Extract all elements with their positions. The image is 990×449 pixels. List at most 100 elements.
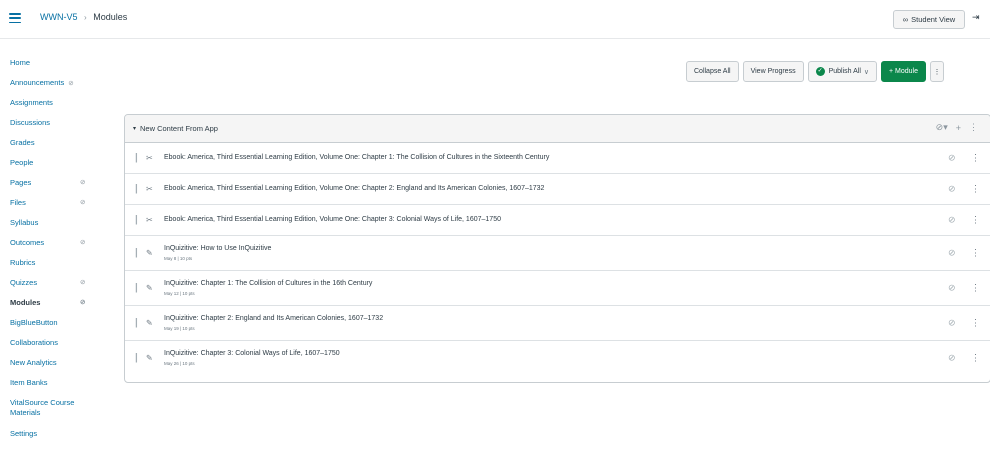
sidebar-item-bigbluebutton[interactable]: BigBlueButton — [10, 318, 110, 338]
more-options-icon[interactable]: ⋮ — [930, 61, 945, 82]
sidebar-item-grades[interactable]: Grades — [10, 138, 110, 158]
unpublished-status-icon[interactable]: ⊘ — [948, 184, 956, 195]
link-icon: ✂ — [146, 153, 153, 163]
sidebar-item-vitalsource-course-materials[interactable]: VitalSource Course Materials — [10, 398, 90, 429]
sidebar-item-people[interactable]: People — [10, 158, 110, 178]
unpublished-status-icon[interactable]: ⊘ — [948, 248, 956, 259]
sidebar-item-discussions[interactable]: Discussions — [10, 118, 110, 138]
sidebar-item-outcomes[interactable]: Outcomes ⊘ — [10, 238, 110, 258]
unpublished-status-icon[interactable]: ⊘ — [948, 353, 956, 364]
breadcrumb-separator: › — [84, 13, 87, 22]
hidden-eye-icon: ⊘ — [80, 179, 86, 186]
sidebar-item-label: Modules — [10, 298, 41, 307]
quiz-icon: ✎ — [146, 353, 153, 363]
unpublished-status-icon[interactable]: ⊘ — [948, 283, 956, 294]
sidebar-item-collaborations[interactable]: Collaborations — [10, 338, 110, 358]
sidebar-item-modules[interactable]: Modules ⊘ — [10, 298, 110, 318]
item-kebab-icon[interactable]: ⋮ — [971, 153, 980, 164]
view-progress-button[interactable]: View Progress — [742, 61, 804, 82]
module-title: New Content From App — [140, 124, 218, 133]
published-check-icon: ✓ — [815, 67, 825, 76]
item-kebab-icon[interactable]: ⋮ — [971, 215, 980, 226]
module-item-meta: May 12 | 10 pts — [164, 291, 195, 296]
item-kebab-icon[interactable]: ⋮ — [971, 353, 980, 364]
drag-handle-icon[interactable]: ┃ — [134, 354, 139, 363]
module-items: ┃ ✂ Ebook: America, Third Essential Learni… — [125, 143, 990, 375]
module-item: ┃ ✎ InQuizitive: Chapter 3: Colonial Ways … — [125, 341, 990, 375]
sidebar-item-label: Outcomes — [10, 238, 45, 247]
item-kebab-icon[interactable]: ⋮ — [971, 283, 980, 294]
sidebar-item-item-banks[interactable]: Item Banks — [10, 378, 110, 398]
module-item-title[interactable]: InQuizitive: Chapter 1: The Collision of… — [164, 280, 372, 287]
module-actions: ⊘▾ + ⋮ — [936, 122, 978, 133]
quiz-icon: ✎ — [146, 283, 153, 293]
breadcrumb-current-page: Modules — [93, 12, 128, 22]
module-item-title[interactable]: Ebook: America, Third Essential Learning… — [164, 216, 501, 223]
item-kebab-icon[interactable]: ⋮ — [971, 248, 980, 259]
module-item-meta: May 26 | 10 pts — [164, 361, 195, 366]
add-module-label: + Module — [889, 68, 919, 75]
sidebar-item-announcements[interactable]: Announcements ⊘ — [10, 78, 110, 98]
add-item-icon[interactable]: + — [956, 123, 961, 133]
publish-all-button[interactable]: ✓ Publish All ∨ — [807, 61, 878, 82]
sidebar-item-label: Announcements — [10, 78, 65, 87]
module-item: ┃ ✎ InQuizitive: How to Use InQuizitive May… — [125, 236, 990, 271]
sidebar-item-quizzes[interactable]: Quizzes ⊘ — [10, 278, 110, 298]
hidden-eye-icon: ⊘ — [80, 299, 86, 306]
module-item-title[interactable]: Ebook: America, Third Essential Learning… — [164, 154, 549, 161]
sidebar-item-label: Rubrics — [10, 258, 36, 267]
quiz-icon: ✎ — [146, 318, 153, 328]
sidebar-item-rubrics[interactable]: Rubrics — [10, 258, 110, 278]
drag-handle-icon[interactable]: ┃ — [134, 154, 139, 163]
drag-handle-icon[interactable]: ┃ — [134, 185, 139, 194]
module-item-title[interactable]: InQuizitive: How to Use InQuizitive — [164, 245, 271, 252]
drag-handle-icon[interactable]: ┃ — [134, 284, 139, 293]
item-kebab-icon[interactable]: ⋮ — [971, 184, 980, 195]
sidebar-item-label: New Analytics — [10, 358, 57, 367]
top-header: WWN-V5 › Modules ∞ Student View ⇥ — [0, 0, 990, 39]
sidebar-item-syllabus[interactable]: Syllabus — [10, 218, 110, 238]
collapse-module-icon[interactable]: ▾ — [133, 125, 136, 132]
breadcrumb-course-link[interactable]: WWN-V5 — [40, 12, 78, 22]
link-icon: ✂ — [146, 184, 153, 194]
sidebar-item-label: Collaborations — [10, 338, 58, 347]
module-item-title[interactable]: InQuizitive: Chapter 2: England and Its … — [164, 315, 383, 322]
sidebar-item-label: Settings — [10, 429, 38, 438]
module-item: ┃ ✎ InQuizitive: Chapter 1: The Collision … — [125, 271, 990, 306]
module-item-title[interactable]: Ebook: America, Third Essential Learning… — [164, 185, 544, 192]
student-view-button[interactable]: ∞ Student View — [893, 10, 965, 29]
sidebar-item-files[interactable]: Files ⊘ — [10, 198, 110, 218]
unpublished-status-icon[interactable]: ⊘ — [948, 153, 956, 164]
hidden-eye-icon: ⊘ — [80, 279, 86, 286]
chevron-down-icon: ∨ — [863, 68, 870, 76]
breadcrumb: WWN-V5 › Modules — [40, 12, 127, 22]
sidebar-item-assignments[interactable]: Assignments — [10, 98, 110, 118]
sidebar-item-label: Syllabus — [10, 218, 39, 227]
module-publish-status-icon[interactable]: ⊘▾ — [936, 122, 948, 133]
drag-handle-icon[interactable]: ┃ — [134, 216, 139, 225]
hidden-eye-icon: ⊘ — [80, 199, 86, 206]
link-icon: ✂ — [146, 215, 153, 225]
sidebar-item-new-analytics[interactable]: New Analytics — [10, 358, 110, 378]
quiz-icon: ✎ — [146, 248, 153, 258]
collapse-nav-icon[interactable]: ⇥ — [972, 12, 980, 23]
sidebar-item-label: Quizzes — [10, 278, 38, 287]
sidebar-item-label: People — [10, 158, 34, 167]
collapse-all-button[interactable]: Collapse All — [686, 61, 739, 82]
module-kebab-icon[interactable]: ⋮ — [969, 122, 978, 133]
sidebar-item-label: Pages — [10, 178, 32, 187]
module-item-meta: May 19 | 10 pts — [164, 326, 195, 331]
module-item-title[interactable]: InQuizitive: Chapter 3: Colonial Ways of… — [164, 350, 340, 357]
drag-handle-icon[interactable]: ┃ — [134, 249, 139, 258]
unpublished-status-icon[interactable]: ⊘ — [948, 215, 956, 226]
drag-handle-icon[interactable]: ┃ — [134, 319, 139, 328]
module-header: ▾ New Content From App ⊘▾ + ⋮ — [125, 115, 990, 143]
sidebar-item-pages[interactable]: Pages ⊘ — [10, 178, 110, 198]
sidebar-item-home[interactable]: Home — [10, 58, 110, 78]
sidebar-item-label: Grades — [10, 138, 35, 147]
item-kebab-icon[interactable]: ⋮ — [971, 318, 980, 329]
add-module-button[interactable]: + Module — [881, 61, 927, 82]
sidebar-item-settings[interactable]: Settings — [10, 429, 110, 449]
unpublished-status-icon[interactable]: ⊘ — [948, 318, 956, 329]
hamburger-menu-icon[interactable] — [9, 13, 21, 24]
